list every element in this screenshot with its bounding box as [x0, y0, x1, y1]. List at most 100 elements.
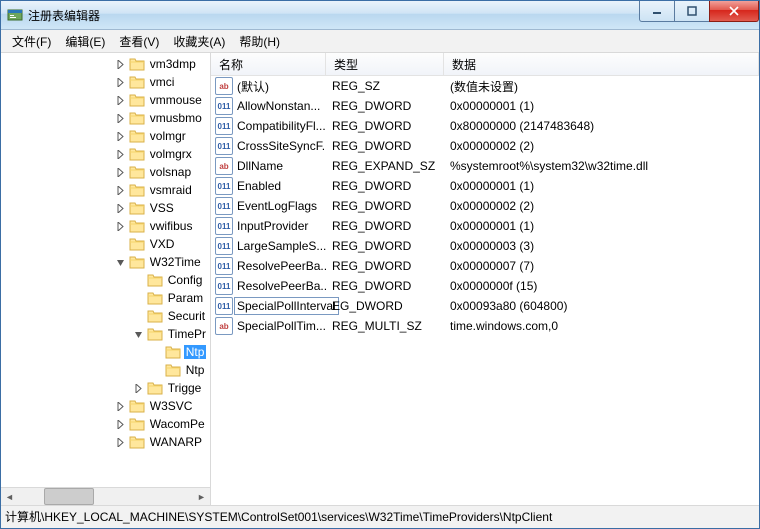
tree-item[interactable]: vmci [68, 73, 210, 91]
scroll-right-icon[interactable]: ► [193, 488, 210, 505]
value-name-label: Enabled [237, 179, 281, 193]
scroll-thumb[interactable] [44, 488, 94, 505]
tree-item[interactable]: WANARP [68, 433, 210, 451]
string-value-icon: ab [215, 157, 233, 175]
value-name-cell: 011EventLogFlags [211, 197, 326, 215]
tree-item[interactable]: W32Time [68, 253, 210, 271]
value-data-cell: 0x00093a80 (604800) [444, 299, 759, 313]
value-type-cell: REG_DWORD [326, 279, 444, 293]
tree-item[interactable]: volmgr [68, 127, 210, 145]
registry-value-row[interactable]: 011ResolvePeerBa...REG_DWORD0x00000007 (… [211, 256, 759, 276]
registry-value-row[interactable]: abDllNameREG_EXPAND_SZ%systemroot%\syste… [211, 156, 759, 176]
value-type-cell: REG_DWORD [326, 119, 444, 133]
menu-bar: 文件(F) 编辑(E) 查看(V) 收藏夹(A) 帮助(H) [1, 30, 759, 53]
value-data-cell: time.windows.com,0 [444, 319, 759, 333]
tree-item-label: volmgrx [148, 147, 194, 161]
tree-item[interactable]: vmusbmo [68, 109, 210, 127]
tree-expand-icon[interactable] [113, 168, 129, 177]
value-name-label: ResolvePeerBa... [237, 279, 326, 293]
registry-value-row[interactable]: ab(默认)REG_SZ(数值未设置) [211, 76, 759, 96]
registry-value-row[interactable]: 011EnabledREG_DWORD0x00000001 (1) [211, 176, 759, 196]
registry-editor-window: 注册表编辑器 文件(F) 编辑(E) 查看(V) 收藏夹(A) 帮助(H) vm… [0, 0, 760, 529]
tree-item-label: vwifibus [148, 219, 195, 233]
column-header-data[interactable]: 数据 [444, 53, 759, 75]
tree-item-label: Param [166, 291, 205, 305]
tree-item[interactable]: Ntp [68, 343, 210, 361]
list-header: 名称 类型 数据 [211, 53, 759, 76]
tree-item[interactable]: Trigge [68, 379, 210, 397]
tree-item[interactable]: Securit [68, 307, 210, 325]
tree-collapse-icon[interactable] [131, 330, 147, 339]
tree-hscrollbar[interactable]: ◄ ► [1, 487, 210, 505]
rename-edit-box[interactable]: SpecialPollInterval [234, 297, 339, 315]
tree-expand-icon[interactable] [113, 222, 129, 231]
dword-value-icon: 011 [215, 217, 233, 235]
registry-value-row[interactable]: 011ResolvePeerBa...REG_DWORD0x0000000f (… [211, 276, 759, 296]
tree-scroll-area[interactable]: vm3dmpvmcivmmousevmusbmovolmgr volmgrx vol… [1, 53, 210, 487]
value-data-cell: 0x00000002 (2) [444, 139, 759, 153]
column-header-type[interactable]: 类型 [326, 53, 444, 75]
tree-item[interactable]: Config [68, 271, 210, 289]
menu-view[interactable]: 查看(V) [112, 30, 166, 53]
value-name-cell: 011LargeSampleS... [211, 237, 326, 255]
registry-value-row[interactable]: 011CrossSiteSyncF...REG_DWORD0x00000002 … [211, 136, 759, 156]
tree-item[interactable]: vmmouse [68, 91, 210, 109]
maximize-button[interactable] [674, 1, 710, 22]
tree-item[interactable]: WacomPe [68, 415, 210, 433]
dword-value-icon: 011 [215, 197, 233, 215]
tree-expand-icon[interactable] [113, 114, 129, 123]
tree-item[interactable]: vwifibus [68, 217, 210, 235]
tree-collapse-icon[interactable] [113, 258, 129, 267]
tree-item-label: TimePr [166, 327, 208, 341]
dword-value-icon: 011 [215, 277, 233, 295]
value-name-label: CrossSiteSyncF... [237, 139, 326, 153]
tree-item[interactable]: VXD [68, 235, 210, 253]
tree-expand-icon[interactable] [113, 438, 129, 447]
tree-expand-icon[interactable] [113, 96, 129, 105]
tree-item[interactable]: vsmraid [68, 181, 210, 199]
registry-value-row[interactable]: 011SpecialPollIntervalEG_DWORD0x00093a80… [211, 296, 759, 316]
menu-help[interactable]: 帮助(H) [232, 30, 287, 53]
minimize-button[interactable] [639, 1, 675, 22]
menu-edit[interactable]: 编辑(E) [58, 30, 112, 53]
tree-item-label: VXD [148, 237, 177, 251]
value-name-label: InputProvider [237, 219, 308, 233]
tree-item[interactable]: vm3dmp [68, 55, 210, 73]
tree-expand-icon[interactable] [113, 204, 129, 213]
tree-expand-icon[interactable] [113, 402, 129, 411]
tree-expand-icon[interactable] [113, 186, 129, 195]
scroll-left-icon[interactable]: ◄ [1, 488, 18, 505]
tree-item[interactable]: Param [68, 289, 210, 307]
title-bar[interactable]: 注册表编辑器 [1, 1, 759, 30]
registry-value-row[interactable]: 011AllowNonstan...REG_DWORD0x00000001 (1… [211, 96, 759, 116]
registry-value-row[interactable]: 011LargeSampleS...REG_DWORD0x00000003 (3… [211, 236, 759, 256]
tree-item[interactable]: VSS [68, 199, 210, 217]
value-name-label: (默认) [237, 78, 269, 95]
value-name-cell: abSpecialPollTim... [211, 317, 326, 335]
tree-item[interactable]: W3SVC [68, 397, 210, 415]
close-button[interactable] [709, 1, 759, 22]
tree-item[interactable]: Ntp [68, 361, 210, 379]
tree-expand-icon[interactable] [131, 384, 147, 393]
tree-expand-icon[interactable] [113, 60, 129, 69]
column-header-name[interactable]: 名称 [211, 53, 326, 75]
dword-value-icon: 011 [215, 237, 233, 255]
tree-expand-icon[interactable] [113, 132, 129, 141]
registry-value-row[interactable]: abSpecialPollTim...REG_MULTI_SZtime.wind… [211, 316, 759, 336]
dword-value-icon: 011 [215, 297, 233, 315]
value-name-label: ResolvePeerBa... [237, 259, 326, 273]
tree-expand-icon[interactable] [113, 420, 129, 429]
menu-file[interactable]: 文件(F) [5, 30, 58, 53]
tree-item[interactable]: volmgrx [68, 145, 210, 163]
tree-item[interactable]: TimePr [68, 325, 210, 343]
tree-expand-icon[interactable] [113, 150, 129, 159]
value-name-label: AllowNonstan... [237, 99, 320, 113]
registry-value-row[interactable]: 011InputProviderREG_DWORD0x00000001 (1) [211, 216, 759, 236]
status-bar: 计算机\HKEY_LOCAL_MACHINE\SYSTEM\ControlSet… [1, 506, 759, 528]
list-body[interactable]: ab(默认)REG_SZ(数值未设置)011AllowNonstan...REG… [211, 76, 759, 505]
registry-value-row[interactable]: 011CompatibilityFl...REG_DWORD0x80000000… [211, 116, 759, 136]
menu-favorites[interactable]: 收藏夹(A) [166, 30, 232, 53]
registry-value-row[interactable]: 011EventLogFlagsREG_DWORD0x00000002 (2) [211, 196, 759, 216]
tree-item[interactable]: volsnap [68, 163, 210, 181]
tree-expand-icon[interactable] [113, 78, 129, 87]
